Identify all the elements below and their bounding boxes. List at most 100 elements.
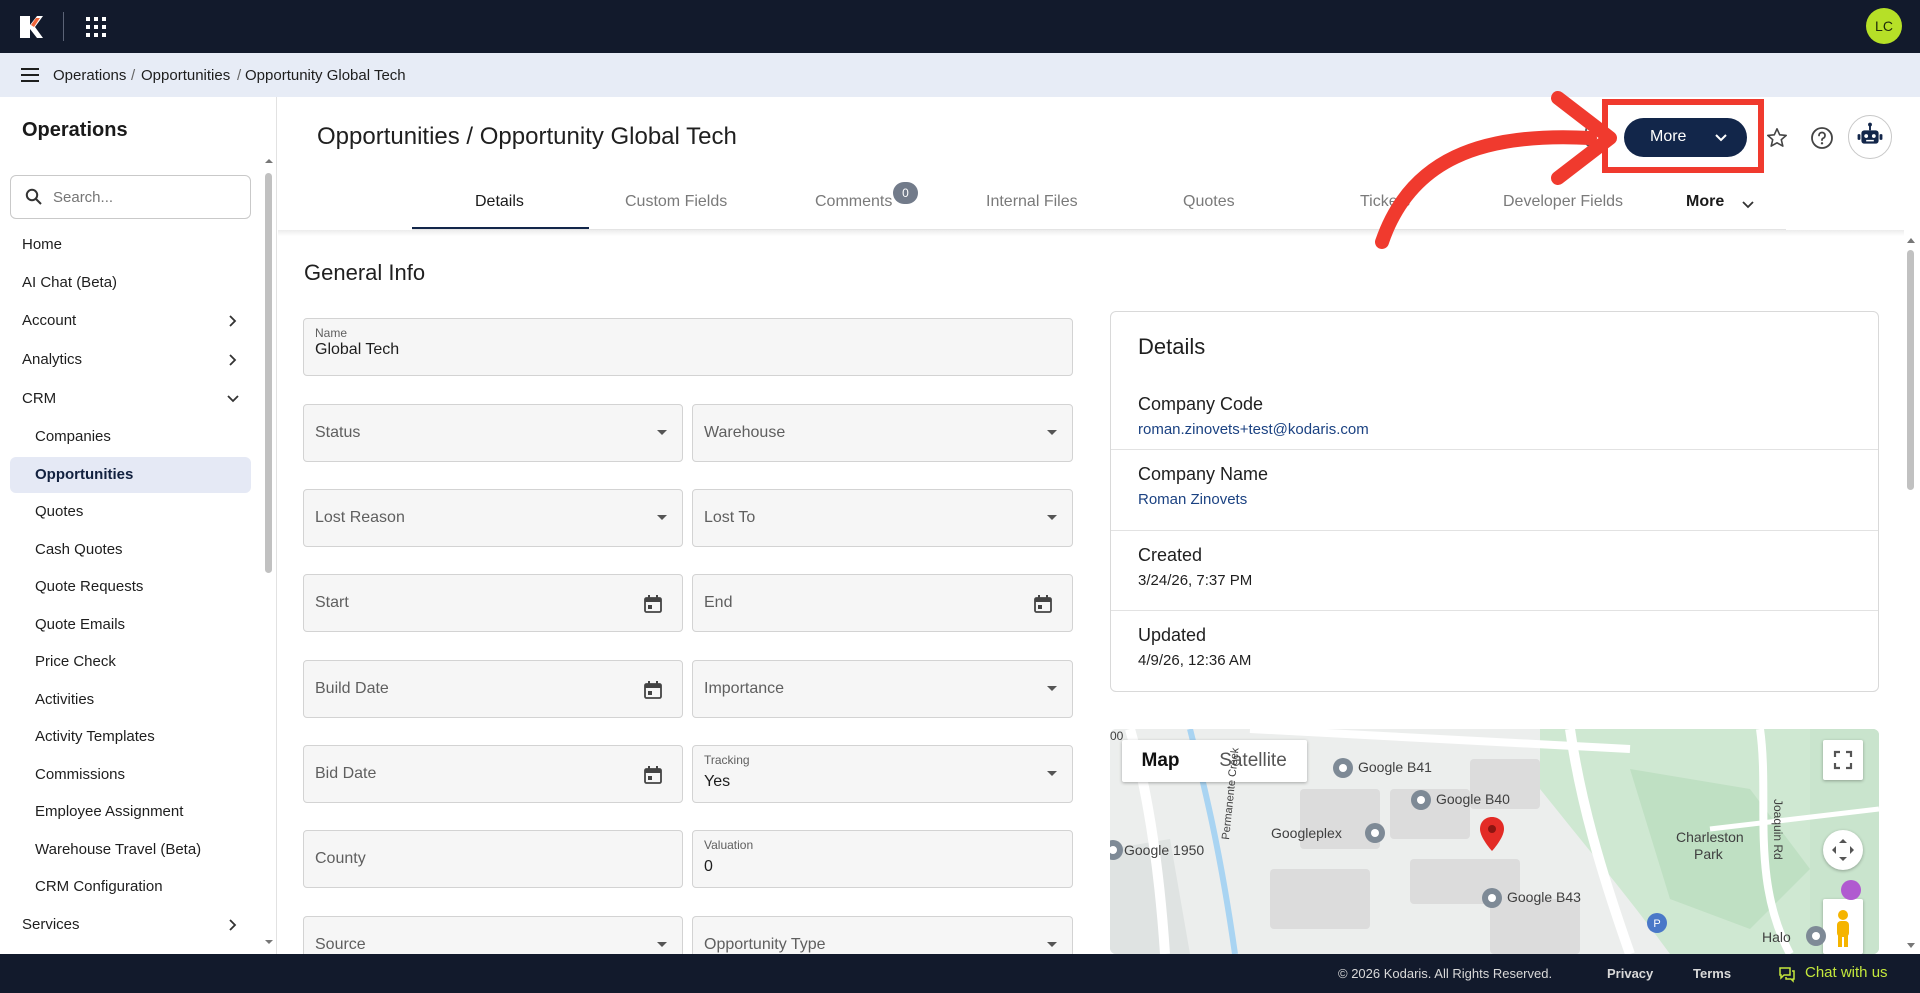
chevron-right-icon — [229, 919, 237, 931]
tab-developer-fields[interactable]: Developer Fields — [1503, 193, 1623, 211]
sidebar-scrollbar-thumb[interactable] — [265, 173, 272, 573]
lost-to-select[interactable]: Lost To — [692, 489, 1073, 547]
details-card: Details Company Code roman.zinovets+test… — [1110, 311, 1879, 692]
paperclip-icon[interactable] — [1579, 124, 1601, 150]
sidebar-item-cash-quotes[interactable]: Cash Quotes — [10, 532, 251, 568]
location-pin-icon[interactable] — [1478, 815, 1506, 855]
map[interactable]: Map Satellite P Google B41 Google B40 Go… — [1110, 729, 1879, 954]
sidebar-item-quotes[interactable]: Quotes — [10, 494, 251, 530]
county-field[interactable]: County — [303, 830, 683, 888]
sidebar-item-account[interactable]: Account — [10, 303, 251, 339]
name-field[interactable]: Name Global Tech — [303, 318, 1073, 376]
chevron-down-icon[interactable] — [1741, 198, 1755, 212]
company-name-link[interactable]: Roman Zinovets — [1138, 491, 1247, 508]
valuation-field[interactable]: Valuation 0 — [692, 830, 1073, 888]
sidebar-item-crm[interactable]: CRM — [10, 381, 251, 417]
footer: © 2026 Kodaris. All Rights Reserved. Pri… — [0, 954, 1920, 993]
sidebar-item-quote-requests[interactable]: Quote Requests — [10, 569, 251, 605]
details-card-title: Details — [1138, 334, 1206, 359]
sidebar-item-warehouse-travel[interactable]: Warehouse Travel (Beta) — [10, 832, 251, 868]
sidebar-item-commissions[interactable]: Commissions — [10, 757, 251, 793]
more-actions-button[interactable]: More — [1624, 118, 1747, 157]
bid-date-field[interactable]: Bid Date — [303, 745, 683, 803]
terms-link[interactable]: Terms — [1693, 966, 1731, 981]
status-select[interactable]: Status — [303, 404, 683, 462]
tracking-select[interactable]: Tracking Yes — [692, 745, 1073, 803]
grid-icon[interactable] — [85, 16, 107, 38]
valuation-label: Valuation — [704, 838, 754, 852]
sidebar-item-opportunities[interactable]: Opportunities — [10, 457, 251, 493]
map-view-button[interactable]: Map — [1122, 740, 1199, 782]
chat-icon — [1779, 967, 1795, 983]
sidebar-item-activity-templates[interactable]: Activity Templates — [10, 719, 251, 755]
sidebar-item-label: Companies — [35, 428, 111, 445]
sidebar-item-services[interactable]: Services — [10, 907, 251, 943]
sidebar-item-ai-chat[interactable]: AI Chat (Beta) — [10, 265, 251, 301]
detail-value: 4/9/26, 12:36 AM — [1138, 652, 1252, 669]
satellite-view-button[interactable]: Satellite — [1199, 740, 1307, 782]
build-date-field[interactable]: Build Date — [303, 660, 683, 718]
sidebar-title: Operations — [22, 119, 128, 141]
tab-custom-fields[interactable]: Custom Fields — [625, 193, 727, 211]
start-label: Start — [315, 594, 349, 611]
sidebar-item-label: Quote Emails — [35, 616, 126, 633]
search-icon — [25, 188, 42, 205]
star-icon[interactable] — [1765, 126, 1789, 150]
lost-reason-label: Lost Reason — [315, 509, 405, 526]
chat-label: Chat with us — [1805, 964, 1888, 981]
scroll-up-arrow-icon[interactable] — [1906, 236, 1916, 244]
tab-details[interactable]: Details — [475, 193, 524, 211]
sidebar-item-label: AI Chat (Beta) — [22, 274, 118, 291]
breadcrumb-operations[interactable]: Operations — [53, 67, 126, 84]
source-select[interactable]: Source — [303, 916, 683, 954]
detail-row-company-code: Company Code roman.zinovets+test@kodaris… — [1111, 380, 1878, 460]
search-input[interactable] — [53, 186, 243, 208]
kodaris-logo[interactable] — [18, 14, 44, 40]
privacy-link[interactable]: Privacy — [1607, 966, 1653, 981]
breadcrumb-opportunities[interactable]: Opportunities — [141, 67, 230, 84]
help-icon[interactable] — [1810, 126, 1834, 150]
tab-quotes[interactable]: Quotes — [1183, 193, 1235, 211]
tab-more[interactable]: More — [1686, 193, 1724, 211]
pegman-icon — [1837, 910, 1849, 947]
opportunity-type-select[interactable]: Opportunity Type — [692, 916, 1073, 954]
scroll-down-arrow-icon[interactable] — [1906, 942, 1916, 950]
calendar-icon[interactable] — [1033, 594, 1053, 614]
avatar[interactable]: LC — [1866, 8, 1902, 44]
chevron-down-icon — [1715, 134, 1727, 142]
ai-assistant-button[interactable] — [1848, 115, 1892, 159]
tab-internal-files[interactable]: Internal Files — [986, 193, 1078, 211]
sidebar-item-activities[interactable]: Activities — [10, 682, 251, 718]
sidebar-item-label: Home — [22, 236, 63, 253]
map-fullscreen-button[interactable] — [1823, 740, 1863, 780]
calendar-icon[interactable] — [643, 594, 663, 614]
start-date-field[interactable]: Start — [303, 574, 683, 632]
sidebar-item-home[interactable]: Home — [10, 227, 251, 263]
calendar-icon[interactable] — [643, 680, 663, 700]
main-scrollbar-thumb[interactable] — [1907, 250, 1914, 490]
detail-key: Company Name — [1138, 464, 1269, 484]
calendar-icon[interactable] — [643, 765, 663, 785]
company-code-link[interactable]: roman.zinovets+test@kodaris.com — [1138, 421, 1369, 438]
chat-with-us-button[interactable]: Chat with us — [1778, 964, 1918, 984]
copyright-text: © 2026 Kodaris. All Rights Reserved. — [1338, 966, 1553, 981]
tracking-value: Yes — [704, 773, 731, 790]
lost-reason-select[interactable]: Lost Reason — [303, 489, 683, 547]
end-date-field[interactable]: End — [692, 574, 1073, 632]
sidebar-item-quote-emails[interactable]: Quote Emails — [10, 607, 251, 643]
tab-tickets[interactable]: Tickets — [1360, 193, 1410, 211]
tab-comments[interactable]: Comments — [815, 193, 892, 211]
warehouse-select[interactable]: Warehouse — [692, 404, 1073, 462]
sidebar-item-analytics[interactable]: Analytics — [10, 342, 251, 378]
hamburger-menu-icon[interactable] — [21, 66, 41, 84]
importance-select[interactable]: Importance — [692, 660, 1073, 718]
sidebar-item-employee-assignment[interactable]: Employee Assignment — [10, 794, 251, 830]
sidebar-item-crm-configuration[interactable]: CRM Configuration — [10, 869, 251, 905]
sidebar-item-label: Activity Templates — [35, 728, 155, 745]
map-pan-control[interactable] — [1823, 830, 1863, 870]
street-view-pegman[interactable] — [1823, 899, 1863, 954]
sidebar-item-price-check[interactable]: Price Check — [10, 644, 251, 680]
sidebar-item-companies[interactable]: Companies — [10, 419, 251, 455]
map-poi-icon — [1333, 758, 1353, 778]
detail-row-company-name: Company Name Roman Zinovets — [1111, 449, 1878, 529]
